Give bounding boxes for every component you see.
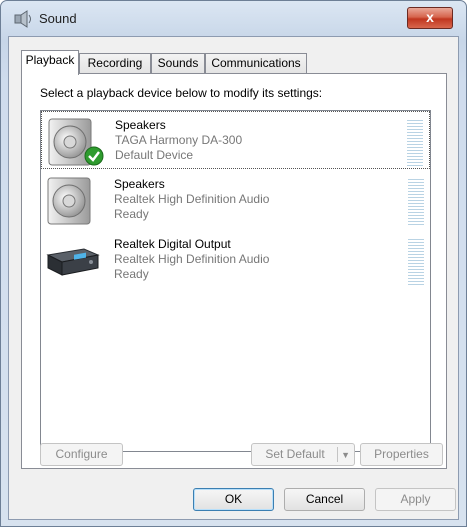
speaker-icon (47, 177, 91, 225)
volume-level-meter (408, 179, 424, 225)
tab-sounds[interactable]: Sounds (151, 53, 205, 73)
chevron-down-icon[interactable]: ▼ (341, 445, 350, 466)
device-description: Realtek High Definition Audio (114, 192, 270, 206)
device-status: Ready (114, 267, 149, 281)
set-default-split-button[interactable]: Set Default ▼ (251, 443, 355, 466)
title-bar[interactable]: Sound x (1, 1, 466, 37)
ok-button-label: OK (224, 492, 243, 506)
tab-communications[interactable]: Communications (205, 53, 307, 73)
configure-button-label: Configure (55, 447, 108, 461)
configure-button[interactable]: Configure (40, 443, 123, 466)
close-button[interactable]: x (407, 7, 453, 29)
properties-button[interactable]: Properties (360, 443, 443, 466)
ok-button[interactable]: OK (193, 488, 274, 511)
device-item-speakers-taga[interactable]: Speakers TAGA Harmony DA-300 Default Dev… (41, 111, 430, 169)
split-separator (337, 447, 338, 462)
tab-playback[interactable]: Playback (21, 50, 79, 75)
device-name: Speakers (115, 118, 166, 132)
playback-tab-panel: Select a playback device below to modify… (21, 73, 447, 469)
cancel-button[interactable]: Cancel (284, 488, 365, 511)
volume-level-meter (408, 239, 424, 285)
device-name: Speakers (114, 177, 165, 191)
apply-button-label: Apply (400, 492, 431, 506)
properties-button-label: Properties (374, 447, 429, 461)
set-default-button-label: Set Default (265, 447, 325, 461)
device-item-digital-output[interactable]: Realtek Digital Output Realtek High Defi… (41, 231, 430, 289)
check-icon (84, 146, 104, 166)
playback-device-list[interactable]: Speakers TAGA Harmony DA-300 Default Dev… (40, 110, 431, 452)
dialog-client-area: Playback Recording Sounds Communications… (8, 36, 459, 520)
device-status: Default Device (115, 148, 194, 162)
digital-output-icon (46, 248, 100, 276)
device-description: Realtek High Definition Audio (114, 252, 270, 266)
apply-button[interactable]: Apply (375, 488, 456, 511)
tab-recording[interactable]: Recording (79, 53, 151, 73)
device-item-speakers-realtek[interactable]: Speakers Realtek High Definition Audio R… (41, 171, 430, 229)
instruction-text: Select a playback device below to modify… (40, 86, 323, 100)
volume-level-meter (407, 120, 423, 166)
device-name: Realtek Digital Output (114, 237, 231, 251)
sound-dialog: Sound x Playback Recording Sounds Commun… (0, 0, 467, 527)
cancel-button-label: Cancel (305, 492, 344, 506)
device-description: TAGA Harmony DA-300 (115, 133, 243, 147)
sound-app-icon (14, 10, 31, 28)
device-status: Ready (114, 207, 149, 221)
window-title: Sound (39, 11, 77, 26)
